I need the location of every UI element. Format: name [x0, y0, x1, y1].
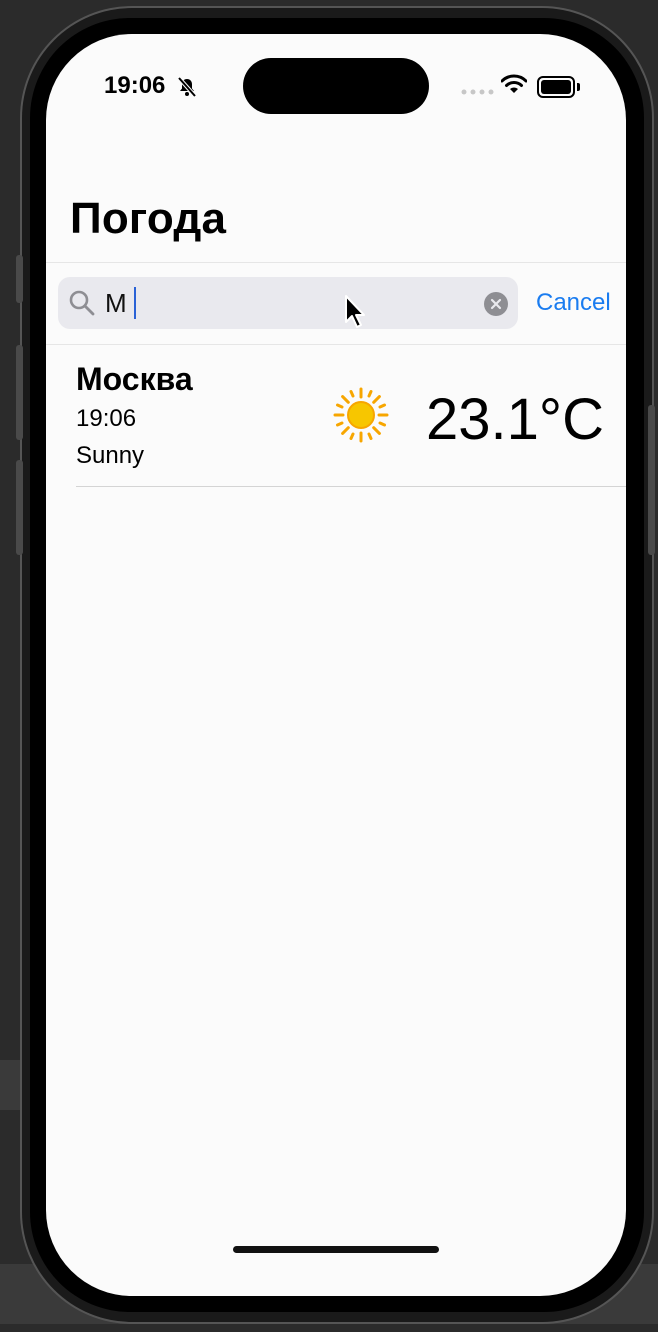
- phone-side-button: [16, 460, 23, 555]
- cellular-signal-icon: [461, 89, 494, 95]
- status-time: 19:06: [104, 72, 166, 99]
- text-caret: [134, 287, 136, 319]
- bell-muted-icon: [177, 76, 197, 98]
- phone-side-button: [648, 405, 655, 555]
- weather-condition: Sunny: [76, 442, 145, 469]
- list-item[interactable]: Москва 19:06 Sunny 23.1°C: [46, 346, 626, 487]
- phone-screen: 19:06 Погода М Cancel Москва 19:06 Sunny…: [46, 34, 626, 1296]
- search-input-value: М: [105, 288, 127, 318]
- cancel-button[interactable]: Cancel: [536, 289, 611, 317]
- temperature: 23.1°C: [426, 387, 604, 452]
- divider: [46, 344, 626, 345]
- dynamic-island: [243, 58, 429, 114]
- phone-side-button: [16, 255, 23, 303]
- status-bar: 19:06: [46, 34, 626, 134]
- local-time: 19:06: [76, 405, 137, 432]
- home-indicator[interactable]: [233, 1246, 439, 1253]
- sun-icon: [333, 387, 389, 443]
- divider: [76, 486, 626, 487]
- mouse-pointer-icon: [345, 295, 365, 328]
- wifi-icon: [501, 74, 527, 93]
- battery-icon: [537, 76, 580, 98]
- clear-icon[interactable]: [484, 292, 508, 316]
- divider: [46, 262, 626, 263]
- phone-side-button: [16, 345, 23, 440]
- search-input[interactable]: М: [58, 277, 518, 329]
- page-title: Погода: [70, 194, 227, 243]
- search-icon: [69, 290, 95, 316]
- city-name: Москва: [76, 361, 193, 397]
